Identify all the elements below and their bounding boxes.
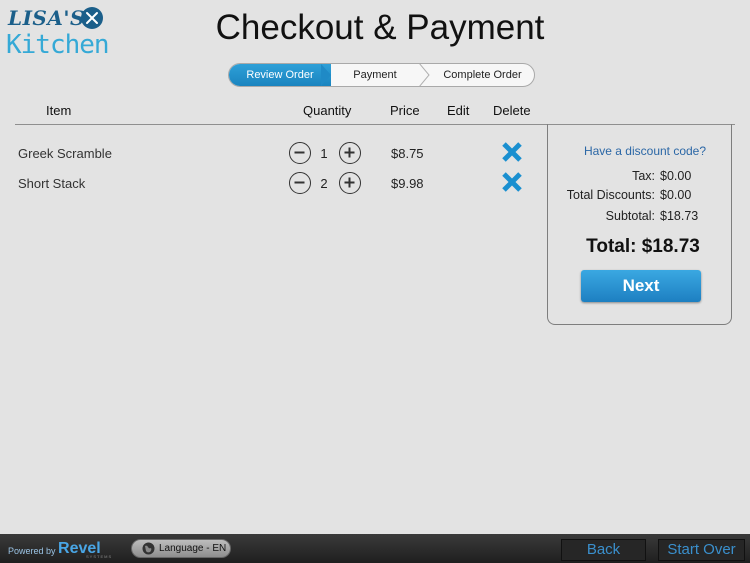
step-review-order[interactable]: Review Order <box>229 64 331 86</box>
tax-label: Tax: <box>632 169 655 183</box>
decrease-quantity-button[interactable] <box>289 142 311 164</box>
header-item: Item <box>46 103 72 118</box>
back-button[interactable]: Back <box>561 539 646 561</box>
discount-code-link[interactable]: Have a discount code? <box>548 144 742 158</box>
item-price: $8.75 <box>391 146 424 161</box>
step-arrow <box>321 64 331 86</box>
minus-icon <box>294 151 305 154</box>
footer-bar: Powered by Revel SYSTEMS Language - EN B… <box>0 534 750 563</box>
page-title: Checkout & Payment <box>215 8 545 47</box>
decrease-quantity-button[interactable] <box>289 172 311 194</box>
item-price: $9.98 <box>391 176 424 191</box>
header-price: Price <box>390 103 420 118</box>
item-name: Greek Scramble <box>18 146 112 161</box>
item-name: Short Stack <box>18 176 86 191</box>
start-over-button[interactable]: Start Over <box>658 539 745 561</box>
header-edit: Edit <box>447 103 470 118</box>
tax-value: $0.00 <box>660 169 692 183</box>
globe-icon <box>142 542 155 555</box>
order-summary-panel: Have a discount code? Tax: $0.00 Total D… <box>547 124 732 325</box>
delete-x-icon <box>502 172 522 192</box>
subtotal-value: $18.73 <box>660 209 699 223</box>
step-complete-order[interactable]: Complete Order <box>429 64 534 86</box>
subtotal-label: Subtotal: <box>605 209 655 223</box>
discounts-value: $0.00 <box>660 188 692 202</box>
checkout-steps: Review Order Payment Complete Order <box>228 63 535 87</box>
delete-item-button[interactable] <box>500 170 524 194</box>
increase-quantity-button[interactable] <box>339 142 361 164</box>
delete-item-button[interactable] <box>500 140 524 164</box>
item-quantity: 2 <box>320 176 328 191</box>
language-label: Language - EN <box>159 543 227 554</box>
minus-icon <box>294 181 305 184</box>
powered-by-text: Powered by <box>8 546 56 556</box>
language-button[interactable]: Language - EN <box>131 539 231 558</box>
header-delete: Delete <box>493 103 531 118</box>
plus-icon <box>344 147 355 158</box>
step-payment[interactable]: Payment <box>331 64 419 86</box>
item-quantity: 1 <box>320 146 328 161</box>
discounts-label: Total Discounts: <box>566 188 655 202</box>
next-button[interactable]: Next <box>581 270 701 302</box>
plus-icon <box>344 177 355 188</box>
header-quantity: Quantity <box>303 103 352 118</box>
revel-logo-sub: SYSTEMS <box>86 554 113 559</box>
increase-quantity-button[interactable] <box>339 172 361 194</box>
order-total: Total: $18.73 <box>586 236 700 257</box>
delete-x-icon <box>502 142 522 162</box>
